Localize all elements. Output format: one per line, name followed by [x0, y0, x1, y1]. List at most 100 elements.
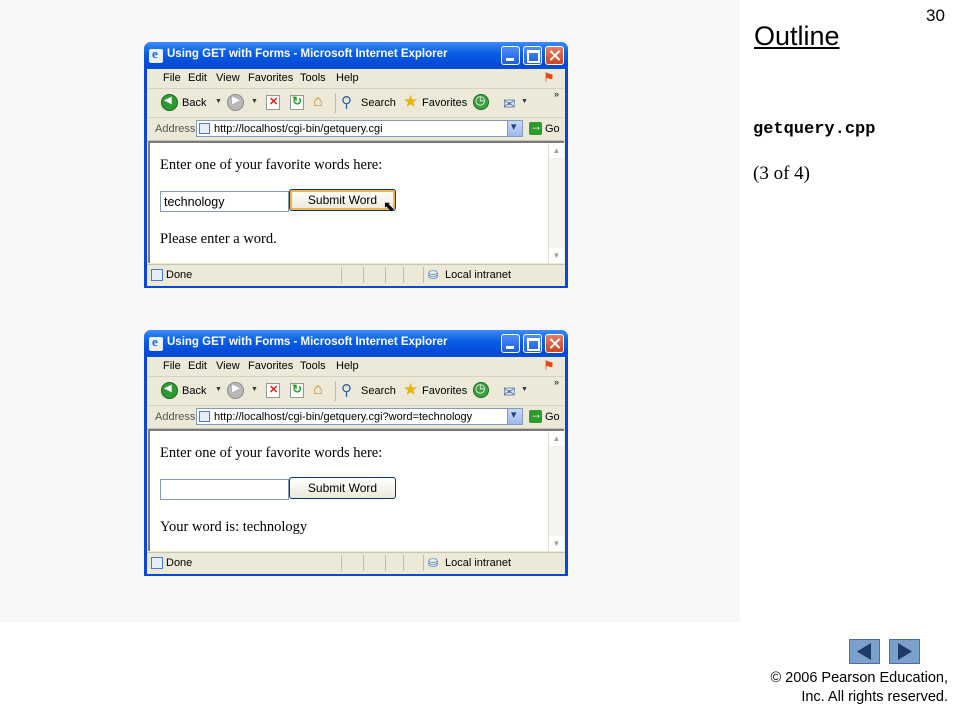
toolbar: Back ▼ ▼ ⌂ ⚲ Search ★ Favorites ✉ ▼ » — [147, 377, 565, 406]
title-bar[interactable]: Using GET with Forms - Microsoft Interne… — [144, 42, 568, 69]
history-icon[interactable] — [473, 381, 489, 398]
address-label: Address — [155, 411, 196, 423]
copyright-line-1: © 2006 Pearson Education, — [770, 670, 948, 686]
mail-dropdown-icon[interactable]: ▼ — [521, 98, 528, 105]
window-title: Using GET with Forms - Microsoft Interne… — [167, 48, 448, 60]
status-divider — [403, 267, 404, 283]
menu-tools[interactable]: Tools — [300, 72, 326, 84]
forward-dropdown-icon[interactable]: ▼ — [251, 98, 258, 105]
submit-word-button[interactable]: Submit Word — [289, 189, 396, 211]
go-button[interactable]: Go — [545, 411, 560, 423]
search-icon[interactable]: ⚲ — [341, 93, 352, 111]
vertical-scrollbar[interactable]: ▲ ▼ — [548, 143, 564, 263]
word-input[interactable]: technology — [160, 191, 289, 212]
history-icon[interactable] — [473, 93, 489, 110]
minimize-button[interactable] — [501, 46, 520, 65]
go-button[interactable]: Go — [545, 123, 560, 135]
zone-text: Local intranet — [445, 269, 512, 281]
menu-edit[interactable]: Edit — [188, 360, 207, 372]
maximize-button[interactable] — [523, 334, 542, 353]
toolbar-separator — [335, 381, 336, 401]
window-client: File Edit View Favorites Tools Help ⚑ Ba… — [147, 357, 565, 574]
back-dropdown-icon[interactable]: ▼ — [215, 386, 222, 393]
outline-link[interactable]: Outline — [754, 21, 840, 52]
result-message: Please enter a word. — [160, 231, 277, 247]
refresh-icon[interactable] — [290, 382, 304, 398]
scroll-down-icon[interactable]: ▼ — [549, 536, 564, 551]
menu-tools[interactable]: Tools — [300, 360, 326, 372]
toolbar: Back ▼ ▼ ⌂ ⚲ Search ★ Favorites ✉ ▼ » — [147, 89, 565, 118]
windows-logo-icon: ⚑ — [543, 358, 555, 373]
menu-view[interactable]: View — [216, 360, 240, 372]
maximize-button[interactable] — [523, 46, 542, 65]
forward-dropdown-icon[interactable]: ▼ — [251, 386, 258, 393]
menu-file[interactable]: File — [163, 360, 181, 372]
back-button[interactable]: Back — [182, 97, 206, 109]
toolbar-separator — [335, 93, 336, 113]
intranet-icon: ⛁ — [428, 268, 439, 282]
back-icon[interactable] — [161, 94, 178, 111]
favorites-star-icon[interactable]: ★ — [403, 92, 418, 112]
stop-icon[interactable] — [266, 95, 280, 110]
address-input[interactable]: http://localhost/cgi-bin/getquery.cgi — [196, 120, 523, 137]
address-label: Address — [155, 123, 196, 135]
toolbar-overflow-icon[interactable]: » — [554, 377, 559, 387]
menu-edit[interactable]: Edit — [188, 72, 207, 84]
scroll-down-icon[interactable]: ▼ — [549, 248, 564, 263]
page-icon — [199, 123, 210, 134]
forward-icon[interactable] — [227, 94, 244, 111]
search-button[interactable]: Search — [361, 385, 396, 397]
menu-help[interactable]: Help — [336, 72, 359, 84]
title-bar[interactable]: Using GET with Forms - Microsoft Interne… — [144, 330, 568, 357]
scroll-up-icon[interactable]: ▲ — [549, 431, 564, 446]
stop-icon[interactable] — [266, 383, 280, 398]
address-dropdown-icon[interactable] — [507, 408, 522, 424]
next-slide-button[interactable] — [889, 639, 920, 664]
go-arrow-icon[interactable] — [529, 407, 542, 423]
mail-icon[interactable]: ✉ — [503, 95, 516, 113]
menu-help[interactable]: Help — [336, 360, 359, 372]
refresh-icon[interactable] — [290, 94, 304, 110]
favorites-button[interactable]: Favorites — [422, 385, 467, 397]
back-dropdown-icon[interactable]: ▼ — [215, 98, 222, 105]
address-url[interactable]: http://localhost/cgi-bin/getquery.cgi — [214, 123, 383, 135]
copyright-line-2: Inc. All rights reserved. — [801, 689, 948, 705]
scroll-up-icon[interactable]: ▲ — [549, 143, 564, 158]
home-icon[interactable]: ⌂ — [313, 93, 323, 111]
address-input[interactable]: http://localhost/cgi-bin/getquery.cgi?wo… — [196, 408, 523, 425]
previous-slide-icon — [857, 643, 871, 660]
favorites-button[interactable]: Favorites — [422, 97, 467, 109]
menu-favorites[interactable]: Favorites — [248, 360, 293, 372]
status-page-icon — [151, 269, 163, 281]
close-button[interactable] — [545, 46, 564, 65]
address-bar: Address http://localhost/cgi-bin/getquer… — [147, 118, 565, 141]
ie-window-1: Using GET with Forms - Microsoft Interne… — [144, 42, 568, 288]
mail-dropdown-icon[interactable]: ▼ — [521, 386, 528, 393]
home-icon[interactable]: ⌂ — [313, 381, 323, 399]
forward-icon[interactable] — [227, 382, 244, 399]
previous-slide-button[interactable] — [849, 639, 880, 664]
toolbar-overflow-icon[interactable]: » — [554, 89, 559, 99]
back-button[interactable]: Back — [182, 385, 206, 397]
address-url[interactable]: http://localhost/cgi-bin/getquery.cgi?wo… — [214, 411, 472, 423]
status-divider — [423, 555, 424, 571]
close-button[interactable] — [545, 334, 564, 353]
menu-file[interactable]: File — [163, 72, 181, 84]
submit-word-button[interactable]: Submit Word — [289, 477, 396, 499]
status-divider — [385, 267, 386, 283]
back-icon[interactable] — [161, 382, 178, 399]
status-divider — [423, 267, 424, 283]
word-input[interactable] — [160, 479, 289, 500]
search-icon[interactable]: ⚲ — [341, 381, 352, 399]
mail-icon[interactable]: ✉ — [503, 383, 516, 401]
next-slide-icon — [898, 643, 912, 660]
go-arrow-icon[interactable] — [529, 119, 542, 135]
minimize-button[interactable] — [501, 334, 520, 353]
file-name: getquery.cpp — [753, 120, 876, 139]
favorites-star-icon[interactable]: ★ — [403, 380, 418, 400]
vertical-scrollbar[interactable]: ▲ ▼ — [548, 431, 564, 551]
search-button[interactable]: Search — [361, 97, 396, 109]
menu-favorites[interactable]: Favorites — [248, 72, 293, 84]
menu-view[interactable]: View — [216, 72, 240, 84]
address-dropdown-icon[interactable] — [507, 120, 522, 136]
